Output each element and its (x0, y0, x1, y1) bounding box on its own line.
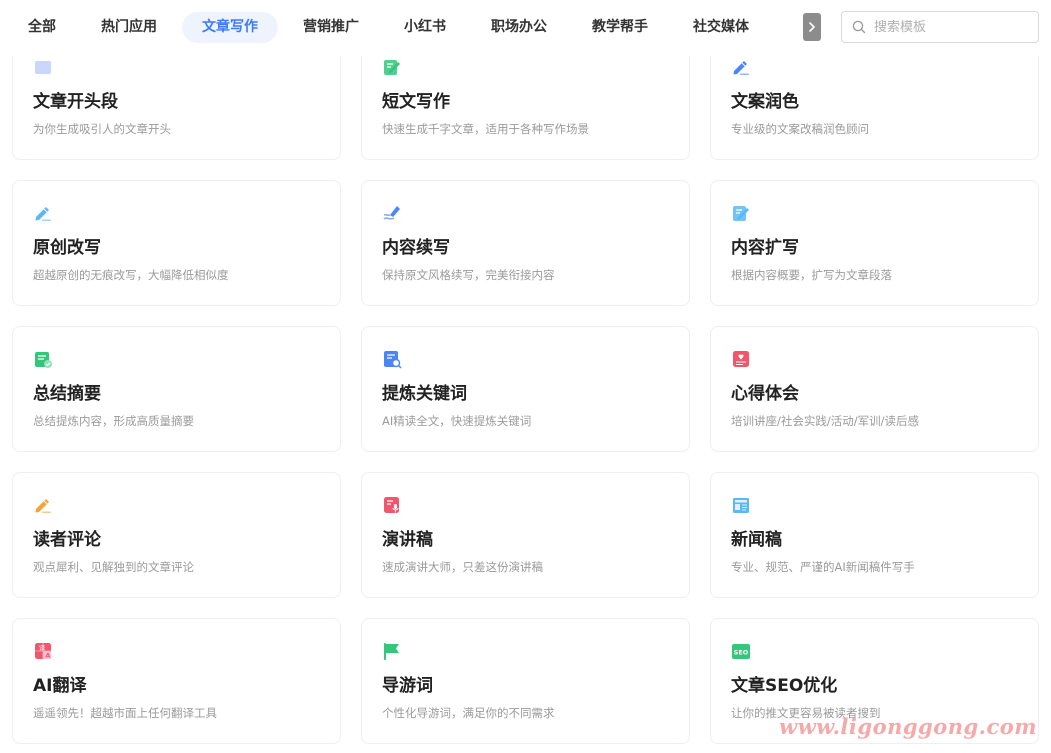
card-title: 短文写作 (382, 92, 450, 112)
card-description: 遥遥领先！超越市面上任何翻译工具 (33, 706, 217, 720)
tabs-scroll-right-button[interactable] (803, 13, 821, 41)
category-tabs: 全部 热门应用 文章写作 营销推广 小红书 职场办公 教学帮手 社交媒体 (8, 12, 820, 43)
card-title: 总结摘要 (33, 384, 101, 404)
card-title: 新闻稿 (731, 530, 782, 550)
translate-icon: 译A (33, 641, 53, 661)
search-icon (852, 20, 866, 34)
tab-7[interactable]: 社交媒体 (673, 12, 769, 43)
tab-5[interactable]: 职场办公 (471, 12, 567, 43)
watermark: www.ligonggong.com (779, 714, 1037, 739)
pencil-icon (33, 203, 53, 223)
seo-icon: SEO (731, 641, 751, 661)
pencil-icon (33, 495, 53, 515)
tab-4[interactable]: 小红书 (384, 12, 466, 43)
document-icon (33, 57, 53, 77)
tab-6[interactable]: 教学帮手 (572, 12, 668, 43)
svg-text:A: A (45, 652, 50, 660)
edit-icon (731, 203, 751, 223)
category-bar: 全部 热门应用 文章写作 营销推广 小红书 职场办公 教学帮手 社交媒体 (0, 0, 1051, 56)
pencil-icon (731, 57, 751, 77)
card-title: 文章SEO优化 (731, 676, 838, 696)
template-card[interactable]: 导游词个性化导游词，满足你的不同需求 (361, 618, 690, 744)
template-card[interactable]: 读者评论观点犀利、见解独到的文章评论 (12, 472, 341, 598)
card-description: 保持原文风格续写，完美衔接内容 (382, 268, 555, 282)
edit-icon (382, 57, 402, 77)
template-card[interactable]: 内容续写保持原文风格续写，完美衔接内容 (361, 180, 690, 306)
card-title: 提炼关键词 (382, 384, 467, 404)
card-description: 培训讲座/社会实践/活动/军训/读后感 (731, 414, 919, 428)
template-card[interactable]: 提炼关键词 AI精读全文，快速提炼关键词 (361, 326, 690, 452)
template-grid: 文章开头段 为你生成吸引人的文章开头 短文写作 快速生成千字文章，适用于各种写作场景文… (0, 0, 1051, 753)
tab-1[interactable]: 热门应用 (81, 12, 177, 43)
search-doc-icon (382, 349, 402, 369)
card-description: 专业、规范、严谨的AI新闻稿件写手 (731, 560, 915, 574)
tab-3[interactable]: 营销推广 (283, 12, 379, 43)
card-description: 个性化导游词，满足你的不同需求 (382, 706, 555, 720)
card-description: 观点犀利、见解独到的文章评论 (33, 560, 194, 574)
card-description: 快速生成千字文章，适用于各种写作场景 (382, 122, 589, 136)
card-title: 演讲稿 (382, 530, 433, 550)
card-title: 心得体会 (731, 384, 799, 404)
template-card[interactable]: 演讲稿速成演讲大师，只差这份演讲稿 (361, 472, 690, 598)
card-description: 超越原创的无痕改写，大幅降低相似度 (33, 268, 229, 282)
card-description: 为你生成吸引人的文章开头 (33, 122, 171, 136)
card-description: 专业级的文案改稿润色顾问 (731, 122, 869, 136)
newspaper-icon (731, 495, 751, 515)
card-title: 内容续写 (382, 238, 450, 258)
checklist-icon (33, 349, 53, 369)
template-card[interactable]: 心得体会培训讲座/社会实践/活动/军训/读后感 (710, 326, 1039, 452)
card-description: 根据内容概要，扩写为文章段落 (731, 268, 892, 282)
card-description: AI精读全文，快速提炼关键词 (382, 414, 532, 428)
card-title: 文章开头段 (33, 92, 118, 112)
flag-icon (382, 641, 402, 661)
template-card[interactable]: 新闻稿专业、规范、严谨的AI新闻稿件写手 (710, 472, 1039, 598)
card-title: 文案润色 (731, 92, 799, 112)
card-title: 原创改写 (33, 238, 101, 258)
tab-2[interactable]: 文章写作 (182, 12, 278, 43)
template-card[interactable]: 总结摘要总结提炼内容，形成高质量摘要 (12, 326, 341, 452)
tab-0[interactable]: 全部 (8, 12, 76, 43)
heart-icon (731, 349, 751, 369)
microphone-icon (382, 495, 402, 515)
card-title: AI翻译 (33, 676, 87, 696)
card-title: 导游词 (382, 676, 433, 696)
template-card[interactable]: 内容扩写根据内容概要，扩写为文章段落 (710, 180, 1039, 306)
pen-icon (382, 203, 402, 223)
search-input[interactable] (874, 19, 1024, 35)
svg-text:SEO: SEO (734, 649, 749, 657)
template-card[interactable]: 译 A AI翻译遥遥领先！超越市面上任何翻译工具 (12, 618, 341, 744)
card-description: 速成演讲大师，只差这份演讲稿 (382, 560, 543, 574)
card-description: 总结提炼内容，形成高质量摘要 (33, 414, 194, 428)
template-card[interactable]: 原创改写超越原创的无痕改写，大幅降低相似度 (12, 180, 341, 306)
card-title: 内容扩写 (731, 238, 799, 258)
chevron-right-icon (809, 22, 816, 32)
card-title: 读者评论 (33, 530, 101, 550)
search-box[interactable] (841, 11, 1039, 43)
